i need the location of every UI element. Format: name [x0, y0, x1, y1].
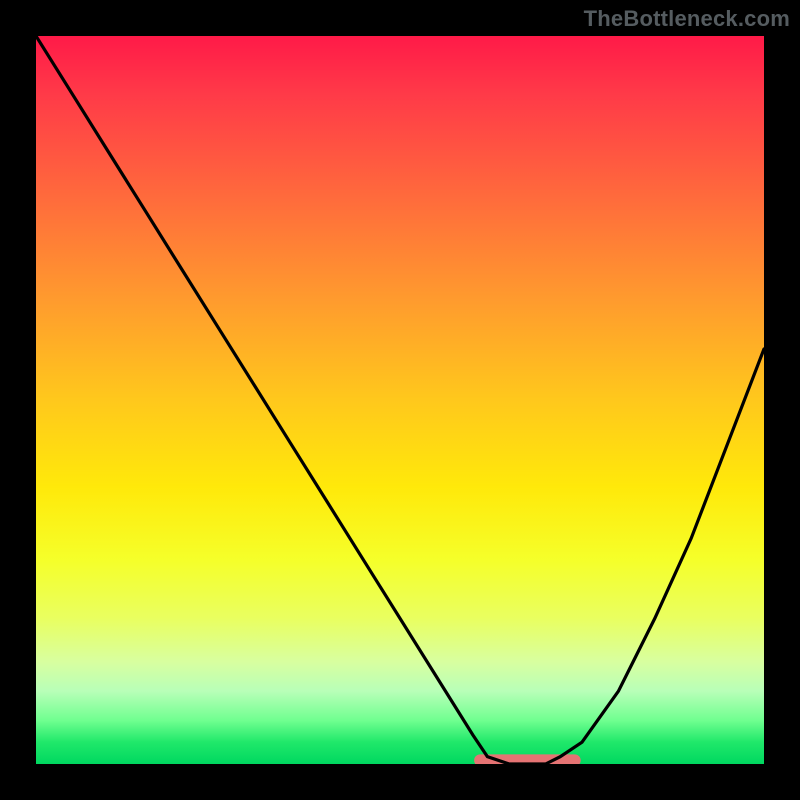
chart-svg — [36, 36, 764, 764]
chart-frame: TheBottleneck.com — [0, 0, 800, 800]
bottleneck-curve — [36, 36, 764, 764]
watermark-text: TheBottleneck.com — [584, 6, 790, 32]
plot-area — [36, 36, 764, 764]
